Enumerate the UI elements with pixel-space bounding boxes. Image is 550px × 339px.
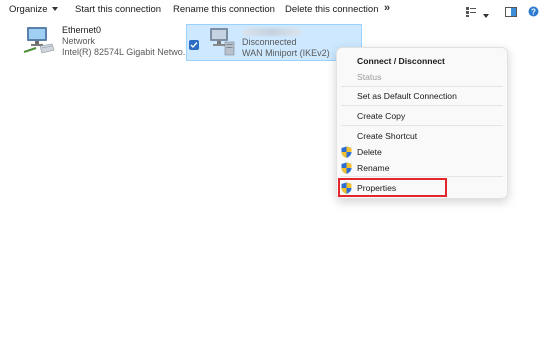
help-button[interactable]: ? xyxy=(528,4,539,22)
preview-pane-button[interactable] xyxy=(505,4,517,22)
connection-name xyxy=(242,26,330,37)
menu-item-connect-disconnect[interactable]: Connect / Disconnect xyxy=(357,56,445,66)
rename-connection-label: Rename this connection xyxy=(173,4,275,15)
delete-connection-button[interactable]: Delete this connection xyxy=(285,4,378,15)
connection-device: WAN Miniport (IKEv2) xyxy=(242,48,330,58)
menu-separator xyxy=(341,105,503,106)
connection-device: Intel(R) 82574L Gigabit Netwo... xyxy=(62,47,191,57)
connection-type: Network xyxy=(62,36,96,46)
menu-item-set-default[interactable]: Set as Default Connection xyxy=(357,91,457,101)
selection-checkbox[interactable] xyxy=(189,40,199,50)
organize-button[interactable]: Organize xyxy=(9,4,58,15)
menu-item-create-copy[interactable]: Create Copy xyxy=(357,111,405,121)
connection-status: Disconnected xyxy=(242,37,297,47)
start-connection-button[interactable]: Start this connection xyxy=(75,4,161,15)
chevron-down-icon xyxy=(483,13,489,18)
menu-item-create-shortcut[interactable]: Create Shortcut xyxy=(357,131,417,141)
rename-connection-button[interactable]: Rename this connection xyxy=(173,4,275,15)
menu-separator xyxy=(341,86,503,87)
shield-icon xyxy=(341,146,352,158)
svg-text:?: ? xyxy=(531,7,536,16)
menu-item-rename-label: Rename xyxy=(357,163,390,173)
organize-label: Organize xyxy=(9,4,48,15)
checkmark-icon xyxy=(190,42,198,49)
redacted-name xyxy=(242,27,302,36)
start-connection-label: Start this connection xyxy=(75,4,162,15)
more-commands-label: » xyxy=(384,2,391,14)
network-adapter-icon xyxy=(23,27,55,54)
properties-highlight-box xyxy=(338,178,447,197)
menu-item-delete-label: Delete xyxy=(357,147,382,157)
view-options-button[interactable] xyxy=(466,4,476,22)
connection-text: Disconnected WAN Miniport (IKEv2) xyxy=(242,26,330,59)
view-icon xyxy=(466,7,476,17)
shield-icon xyxy=(341,162,352,174)
connection-text: Ethernet0 Network Intel(R) 82574L Gigabi… xyxy=(62,25,190,58)
connection-item-ethernet0[interactable]: Ethernet0 Network Intel(R) 82574L Gigabi… xyxy=(22,24,190,60)
context-menu: Connect / Disconnect Status Set as Defau… xyxy=(336,47,508,199)
help-icon: ? xyxy=(528,6,539,17)
menu-separator xyxy=(341,125,503,126)
more-commands-button[interactable]: » xyxy=(384,2,390,14)
delete-connection-label: Delete this connection xyxy=(285,4,379,15)
preview-pane-icon xyxy=(505,7,517,17)
chevron-down-icon xyxy=(51,7,58,12)
command-bar: Organize Start this connection Rename th… xyxy=(0,0,550,20)
menu-item-status: Status xyxy=(357,72,382,82)
menu-separator xyxy=(341,176,503,177)
vpn-adapter-icon xyxy=(210,28,235,56)
connection-name: Ethernet0 xyxy=(62,25,102,35)
view-dropdown-button[interactable] xyxy=(483,7,489,25)
